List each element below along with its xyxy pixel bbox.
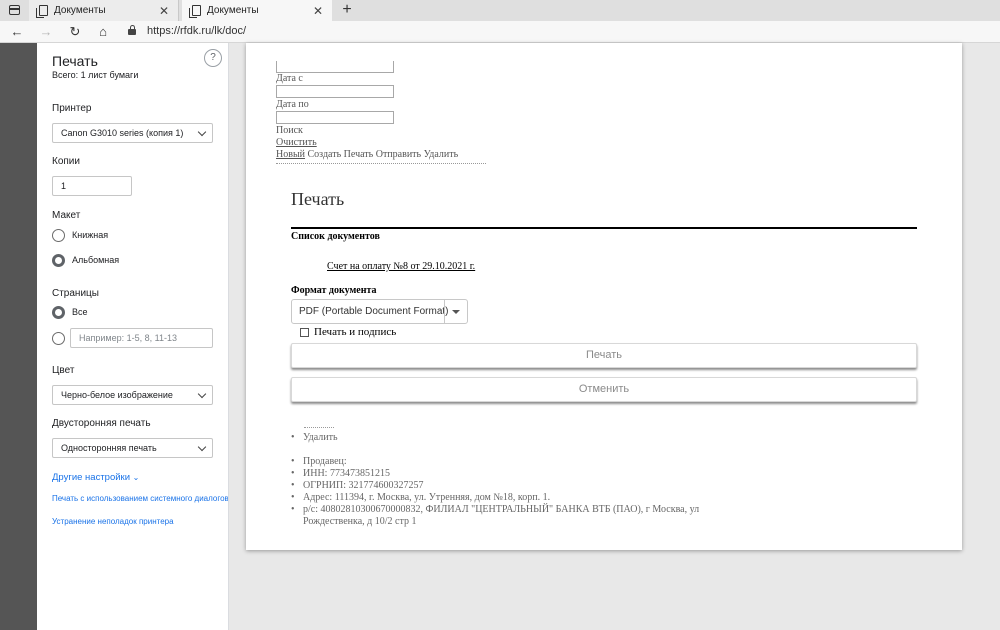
ogrnip-line: ОГРНИП: 321774600327257: [291, 480, 424, 491]
duplex-value: Односторонняя печать: [61, 443, 157, 453]
tab-actions-icon[interactable]: [9, 5, 20, 15]
action-new: Новый: [276, 149, 306, 160]
copies-input[interactable]: 1: [52, 176, 132, 196]
color-label: Цвет: [52, 365, 75, 376]
printer-value: Canon G3010 series (копия 1): [61, 128, 184, 138]
close-icon[interactable]: ✕: [312, 4, 324, 18]
pages-all-radio[interactable]: [52, 306, 65, 319]
address-bar: ← → ↻ ⌂ https://rfdk.ru/lk/doc/: [0, 21, 1000, 43]
stamp-checkbox: [300, 328, 309, 337]
doc-list-label: Список документов: [291, 231, 380, 242]
system-dialog-link[interactable]: Печать с использованием системного диало…: [52, 494, 228, 503]
action-print: Печать: [343, 149, 374, 160]
dim-overlay: [0, 43, 37, 630]
action-create: Создать: [307, 149, 342, 160]
layout-portrait-radio[interactable]: [52, 229, 65, 242]
search-text: Поиск: [276, 125, 303, 136]
date-to-label: Дата по: [276, 99, 309, 110]
reload-icon[interactable]: ↻: [66, 23, 84, 41]
browser-tab-2[interactable]: Документы ✕: [182, 0, 332, 21]
lock-icon[interactable]: [128, 25, 136, 35]
actions-row: Новый Создать Печать Отправить Удалить: [276, 149, 458, 160]
modal-divider: [291, 227, 917, 229]
duplex-label: Двусторонняя печать: [52, 418, 151, 429]
print-preview-area[interactable]: Дата с Дата по Поиск Очистить Новый Созд…: [229, 43, 1000, 630]
print-title: Печать: [52, 53, 98, 69]
url-field[interactable]: https://rfdk.ru/lk/doc/: [147, 25, 246, 37]
date-from-input: [276, 85, 394, 98]
preview-page: Дата с Дата по Поиск Очистить Новый Созд…: [246, 43, 962, 550]
chevron-down-icon: [197, 442, 207, 452]
date-from-label: Дата с: [276, 73, 303, 84]
pages-custom-radio[interactable]: [52, 332, 65, 345]
clear-link: Очистить: [276, 137, 317, 148]
printer-label: Принтер: [52, 103, 92, 114]
pages-label: Страницы: [52, 288, 99, 299]
back-arrow-icon[interactable]: ←: [8, 23, 26, 41]
address-line: Адрес: 111394, г. Москва, ул. Утренняя, …: [291, 492, 550, 503]
close-icon[interactable]: ✕: [158, 4, 170, 18]
tab-page-icon: [189, 5, 201, 18]
format-select: PDF (Portable Document Format): [291, 299, 468, 324]
new-tab-icon[interactable]: +: [338, 0, 356, 21]
copies-label: Копии: [52, 156, 80, 167]
troubleshoot-link[interactable]: Устранение неполадок принтера: [52, 517, 174, 526]
home-icon[interactable]: ⌂: [94, 23, 112, 41]
duplex-select[interactable]: Односторонняя печать: [52, 438, 213, 458]
document-link: Счет на оплату №8 от 29.10.2021 г.: [327, 261, 476, 272]
forward-arrow-icon[interactable]: →: [37, 23, 55, 41]
tab-title: Документы: [54, 5, 106, 16]
more-settings-link[interactable]: Другие настройки ⌄: [52, 472, 139, 483]
tab-page-icon: [36, 5, 48, 18]
chevron-down-icon: ⌄: [132, 473, 140, 482]
browser-tab-bar: Документы ✕ Документы ✕ +: [0, 0, 1000, 21]
stamp-checkbox-label: Печать и подпись: [314, 326, 397, 338]
layout-label: Макет: [52, 210, 81, 221]
modal-title: Печать: [291, 189, 345, 209]
pages-custom-input[interactable]: Например: 1-5, 8, 11-13: [70, 328, 213, 348]
browser-tab-1[interactable]: Документы ✕: [29, 0, 179, 21]
sheet-count: Всего: 1 лист бумаги: [52, 70, 139, 80]
color-select[interactable]: Черно-белое изображение: [52, 385, 213, 405]
pages-all-label: Все: [72, 307, 88, 317]
modal-cancel-button: Отменить: [291, 377, 917, 402]
more-settings-label: Другие настройки: [52, 472, 131, 483]
caret-down-icon: [452, 310, 460, 314]
help-icon[interactable]: ?: [204, 49, 222, 67]
account-line: р/с: 40802810300670000832, ФИЛИАЛ "ЦЕНТР…: [291, 504, 699, 515]
format-value: PDF (Portable Document Format): [299, 306, 449, 317]
date-to-input: [276, 111, 394, 124]
list-item: Удалить: [291, 432, 338, 443]
chevron-down-icon: [197, 127, 207, 137]
chevron-down-icon: [197, 389, 207, 399]
layout-portrait-label: Книжная: [72, 230, 109, 240]
layout-landscape-radio[interactable]: [52, 254, 65, 267]
printer-select[interactable]: Canon G3010 series (копия 1): [52, 123, 213, 143]
action-delete: Удалить: [423, 149, 459, 160]
print-settings-panel: Печать Всего: 1 лист бумаги ? Принтер Ca…: [37, 43, 229, 630]
date-input-partial: [276, 61, 394, 73]
layout-landscape-label: Альбомная: [72, 255, 120, 265]
color-value: Черно-белое изображение: [61, 390, 173, 400]
seller-line: Продавец:: [291, 456, 347, 467]
action-send: Отправить: [375, 149, 422, 160]
modal-print-button: Печать: [291, 343, 917, 368]
select-divider: [444, 300, 445, 323]
cut-text-line: [304, 427, 334, 428]
format-label: Формат документа: [291, 285, 377, 296]
cut-text-line: [276, 163, 486, 164]
tab-title: Документы: [207, 5, 259, 16]
account-line-continued: Рождественка, д 10/2 стр 1: [303, 516, 417, 527]
inn-line: ИНН: 773473851215: [291, 468, 390, 479]
